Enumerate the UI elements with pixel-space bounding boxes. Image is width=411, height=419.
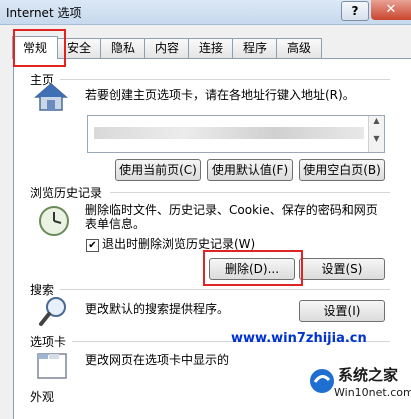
search-settings-button[interactable]: 设置(I) — [299, 300, 385, 322]
address-scrollbar[interactable]: ▲ ▼ — [368, 116, 384, 152]
delete-on-exit-checkbox[interactable]: ✔ — [86, 239, 99, 252]
clock-icon — [38, 205, 70, 240]
search-divider — [60, 289, 390, 290]
help-button[interactable]: ? — [341, 1, 369, 21]
watermark-url-top: www.win7zhijia.cn — [231, 331, 367, 346]
tab-content[interactable]: 内容 — [144, 38, 190, 58]
house-icon — [33, 82, 69, 115]
watermark-url-bottom: Win10net.com — [334, 386, 411, 399]
homepage-description: 若要创建主页选项卡，请在各地址行键入地址(R)。 — [85, 88, 355, 102]
search-description: 更改默认的搜索提供程序。 — [85, 302, 230, 316]
homepage-divider — [60, 79, 390, 80]
window-title: Internet 选项 — [6, 6, 82, 20]
history-description-line2: 表单信息。 — [85, 217, 146, 231]
magnifier-icon — [38, 296, 68, 331]
close-button[interactable]: ✕ — [371, 0, 411, 20]
use-blank-button[interactable]: 使用空白页(B) — [299, 159, 385, 181]
tab-privacy[interactable]: 隐私 — [100, 38, 146, 58]
appearance-section-label: 外观 — [30, 390, 55, 404]
tabs-section-label: 选项卡 — [30, 335, 67, 349]
tab-programs[interactable]: 程序 — [232, 38, 278, 58]
use-default-button[interactable]: 使用默认值(F) — [207, 159, 293, 181]
delete-highlight-box — [203, 250, 303, 286]
watermark-logo-text: 系统之家 — [338, 366, 399, 384]
homepage-address-value — [94, 127, 364, 139]
tab-advanced[interactable]: 高级 — [276, 38, 322, 58]
history-divider — [110, 192, 390, 193]
history-section-label: 浏览历史记录 — [30, 186, 103, 200]
title-bar: Internet 选项 ? ✕ — [0, 0, 411, 25]
tabbed-window-icon — [36, 350, 68, 383]
tab-highlight-box — [13, 29, 66, 67]
tabs-description: 更改网页在选项卡中显示的 — [85, 353, 230, 367]
history-settings-button[interactable]: 设置(S) — [299, 258, 385, 280]
use-current-button[interactable]: 使用当前页(C) — [115, 159, 201, 181]
homepage-address-field[interactable]: ▲ ▼ — [87, 115, 385, 153]
tab-connections[interactable]: 连接 — [188, 38, 234, 58]
watermark-logo-icon — [309, 368, 335, 397]
